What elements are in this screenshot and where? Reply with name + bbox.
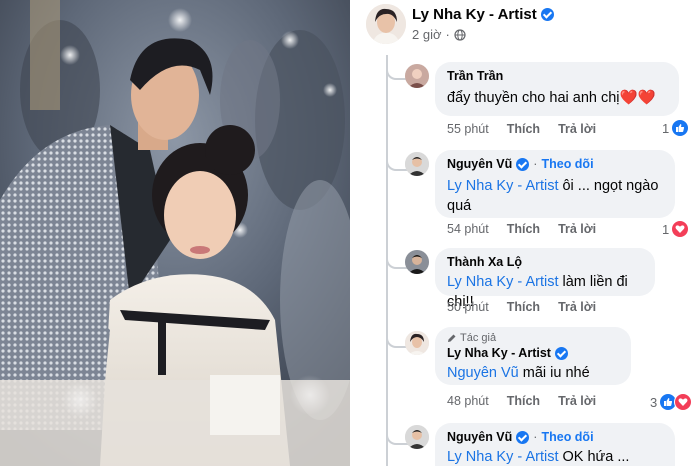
mention-link[interactable]: Nguyên Vũ xyxy=(447,365,519,381)
heart-emoji: ❤️❤️ xyxy=(619,90,656,106)
reaction-summary[interactable]: 1 xyxy=(662,120,689,136)
comment-time[interactable]: 50 phút xyxy=(447,300,489,314)
commenter-name[interactable]: Nguyên Vũ xyxy=(447,430,512,444)
author-avatar[interactable] xyxy=(366,4,406,44)
reply-button[interactable]: Trả lời xyxy=(558,300,596,314)
commenter-avatar[interactable] xyxy=(405,425,429,449)
reaction-count: 1 xyxy=(662,221,670,237)
reaction-summary[interactable]: 3 xyxy=(650,393,693,411)
like-button[interactable]: Thích xyxy=(507,222,540,236)
couple-photo-illustration xyxy=(0,0,350,466)
comment-time[interactable]: 54 phút xyxy=(447,222,489,236)
comment-bubble: Nguyên Vũ · Theo dõi Ly Nha Ky - Artist … xyxy=(435,150,675,218)
avatar-image xyxy=(405,152,429,176)
comment-actions: 54 phút Thích Trả lời xyxy=(447,222,596,236)
post-header: Ly Nha Ky - Artist 2 giờ · xyxy=(350,0,700,48)
post-photo[interactable] xyxy=(0,0,350,466)
verified-badge-icon xyxy=(516,157,530,171)
comment-time[interactable]: 48 phút xyxy=(447,394,489,408)
comment-actions: 55 phút Thích Trả lời xyxy=(447,122,596,136)
comment-bubble: Trần Trần đẩy thuyền cho hai anh chị❤️❤️ xyxy=(435,62,679,116)
verified-badge-icon xyxy=(554,346,568,360)
globe-icon xyxy=(454,28,466,41)
verified-badge-icon xyxy=(540,8,554,21)
like-button[interactable]: Thích xyxy=(507,394,540,408)
like-icon xyxy=(672,120,689,136)
pencil-icon xyxy=(448,334,456,342)
comments-panel: Ly Nha Ky - Artist 2 giờ · Trần Trần đẩy… xyxy=(350,0,700,466)
follow-button[interactable]: Theo dõi xyxy=(541,157,593,171)
author-avatar-image xyxy=(366,4,406,44)
commenter-name[interactable]: Ly Nha Ky - Artist xyxy=(447,346,551,360)
mention-link[interactable]: Ly Nha Ky - Artist xyxy=(447,449,558,465)
comment-actions: 50 phút Thích Trả lời xyxy=(447,300,596,314)
reply-button[interactable]: Trả lời xyxy=(558,122,596,136)
love-icon xyxy=(674,393,693,411)
comment-time[interactable]: 55 phút xyxy=(447,122,489,136)
reaction-summary[interactable]: 1 xyxy=(662,221,689,237)
comment-text: Ly Nha Ky - Artist ôi ... ngọt ngào quá xyxy=(447,178,659,214)
commenter-name[interactable]: Trần Trần xyxy=(447,69,667,83)
post-author-name[interactable]: Ly Nha Ky - Artist xyxy=(412,6,537,23)
commenter-name[interactable]: Thành Xa Lộ xyxy=(447,255,643,269)
avatar-image xyxy=(405,250,429,274)
comment-bubble: Tác giả Ly Nha Ky - Artist Nguyên Vũ mãi… xyxy=(435,327,631,385)
comment-bubble: Thành Xa Lộ Ly Nha Ky - Artist làm liền … xyxy=(435,248,655,310)
post-time-text[interactable]: 2 giờ xyxy=(412,27,442,42)
reaction-count: 1 xyxy=(662,120,670,136)
avatar-image xyxy=(405,425,429,449)
avatar-image xyxy=(405,331,429,355)
avatar-image xyxy=(405,64,429,88)
commenter-name-row: Ly Nha Ky - Artist xyxy=(447,346,619,360)
commenter-avatar[interactable] xyxy=(405,331,429,355)
post-author[interactable]: Ly Nha Ky - Artist xyxy=(412,6,554,23)
comment-bubble: Nguyên Vũ · Theo dõi Ly Nha Ky - Artist … xyxy=(435,423,675,466)
comment-text: đẩy thuyền cho hai anh chị❤️❤️ xyxy=(447,90,656,106)
reaction-count: 3 xyxy=(650,394,658,410)
reply-button[interactable]: Trả lời xyxy=(558,394,596,408)
commenter-avatar[interactable] xyxy=(405,64,429,88)
commenter-name-row: Nguyên Vũ · Theo dõi xyxy=(447,157,594,171)
commenter-name-row: Nguyên Vũ · Theo dõi xyxy=(447,430,594,444)
comment-actions: 48 phút Thích Trả lời xyxy=(447,394,596,408)
love-icon xyxy=(672,221,689,237)
author-tag: Tác giả xyxy=(447,332,619,344)
mention-link[interactable]: Ly Nha Ky - Artist xyxy=(447,274,558,290)
follow-button[interactable]: Theo dõi xyxy=(541,430,593,444)
reply-button[interactable]: Trả lời xyxy=(558,222,596,236)
like-button[interactable]: Thích xyxy=(507,122,540,136)
mention-link[interactable]: Ly Nha Ky - Artist xyxy=(447,178,558,194)
commenter-avatar[interactable] xyxy=(405,250,429,274)
commenter-name[interactable]: Nguyên Vũ xyxy=(447,157,512,171)
verified-badge-icon xyxy=(516,430,530,444)
comment-text: Ly Nha Ky - Artist OK hứa ... xyxy=(447,449,630,465)
comment-text: Nguyên Vũ mãi iu nhé xyxy=(447,365,590,381)
commenter-avatar[interactable] xyxy=(405,152,429,176)
like-button[interactable]: Thích xyxy=(507,300,540,314)
post-timestamp: 2 giờ · xyxy=(412,27,466,42)
